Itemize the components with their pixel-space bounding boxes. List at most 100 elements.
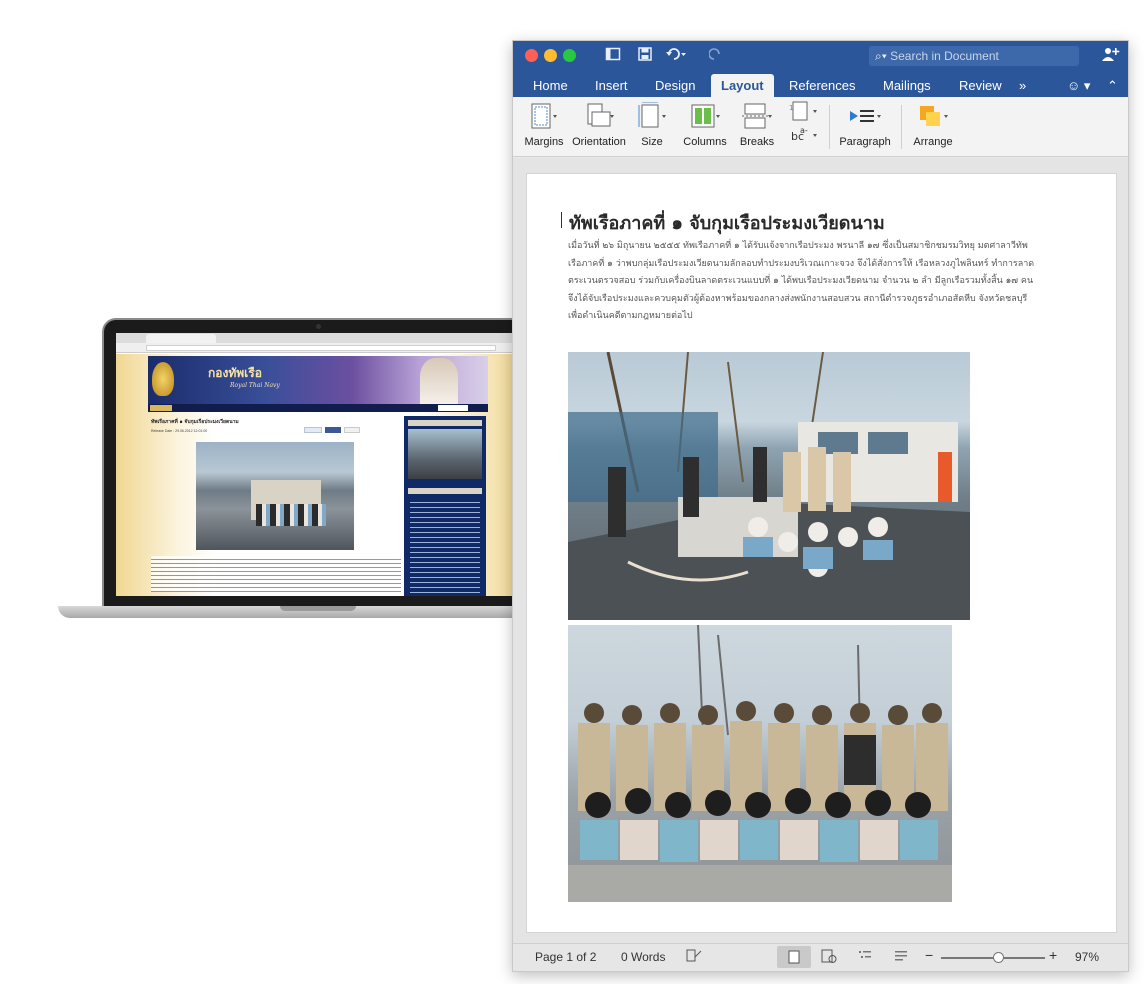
site-sidebar xyxy=(404,416,486,596)
document-photo-boat[interactable] xyxy=(568,352,970,620)
site-article-title: ทัพเรือภาคที่ ๑ จับกุมเรือประมงเวียดนาม xyxy=(151,419,239,425)
tab-mailings[interactable]: Mailings xyxy=(873,74,941,97)
margins-button[interactable]: Margins xyxy=(523,101,565,149)
ribbon-separator xyxy=(901,105,902,149)
svg-text:a-: a- xyxy=(800,126,808,135)
line-numbers-button[interactable]: 1 bc a- xyxy=(783,101,825,145)
document-canvas[interactable]: ทัพเรือภาคที่ ๑ จับกุมเรือประมงเวียดนาม … xyxy=(513,158,1128,945)
tab-insert[interactable]: Insert xyxy=(585,74,638,97)
tabs-overflow-button[interactable]: » xyxy=(1009,74,1036,97)
close-button[interactable] xyxy=(525,49,538,62)
orientation-icon xyxy=(569,101,629,131)
lineup-photo-illustration xyxy=(568,625,952,902)
site-release-date: Release Date : 29.06.2012 12:01:00 xyxy=(151,429,208,433)
paragraph-button[interactable]: Paragraph xyxy=(835,101,895,149)
text-cursor xyxy=(561,212,562,228)
ribbon-tabs: Home Insert Design Layout References Mai… xyxy=(513,71,1128,97)
size-label: Size xyxy=(641,136,663,148)
margins-label: Margins xyxy=(524,136,564,148)
tab-review[interactable]: Review xyxy=(949,74,1012,97)
zoom-in-button[interactable]: + xyxy=(1049,947,1057,963)
undo-icon[interactable] xyxy=(665,46,687,68)
browser-address-bar[interactable] xyxy=(146,345,496,351)
page-size-icon xyxy=(635,101,669,131)
breaks-icon xyxy=(737,101,777,131)
site-sidebar-header-2 xyxy=(408,488,482,494)
site-sidebar-links[interactable] xyxy=(410,498,480,594)
site-nav-home[interactable] xyxy=(150,405,172,411)
word-window: ⌕▾ Search in Document Home Insert Design… xyxy=(512,40,1129,972)
document-photo-lineup[interactable] xyxy=(568,625,952,902)
tab-home[interactable]: Home xyxy=(523,74,578,97)
camera-dot xyxy=(316,324,321,329)
margins-icon xyxy=(523,101,565,131)
ribbon-layout: Margins Orientation Size Columns Breaks … xyxy=(513,97,1128,157)
zoom-level[interactable]: 97% xyxy=(1075,950,1099,964)
proofing-icon[interactable] xyxy=(685,948,703,967)
page-count[interactable]: Page 1 of 2 xyxy=(535,950,596,964)
save-icon[interactable] xyxy=(637,46,653,68)
draft-view-icon[interactable] xyxy=(893,948,909,967)
laptop-lid: กองทัพเรือ Royal Thai Navy ทัพเรือภาคที่… xyxy=(102,318,534,608)
orientation-label: Orientation xyxy=(572,136,626,148)
columns-label: Columns xyxy=(683,136,727,148)
document-page[interactable]: ทัพเรือภาคที่ ๑ จับกุมเรือประมงเวียดนาม … xyxy=(526,173,1117,933)
site-banner: กองทัพเรือ Royal Thai Navy xyxy=(148,356,488,404)
tab-design[interactable]: Design xyxy=(645,74,705,97)
columns-icon xyxy=(681,101,729,131)
browser-toolbar xyxy=(116,343,520,353)
zoom-slider-track[interactable] xyxy=(941,952,1045,963)
size-button[interactable]: Size xyxy=(635,101,669,149)
print-button[interactable] xyxy=(344,427,360,433)
search-icon: ⌕▾ xyxy=(875,49,891,63)
screenshot-stage: กองทัพเรือ Royal Thai Navy ทัพเรือภาคที่… xyxy=(0,0,1148,984)
minimize-button[interactable] xyxy=(544,49,557,62)
orientation-button[interactable]: Orientation xyxy=(569,101,629,149)
paragraph-indent-icon xyxy=(835,101,895,131)
browser-tab[interactable] xyxy=(146,334,216,343)
columns-button[interactable]: Columns xyxy=(681,101,729,149)
svg-text:1: 1 xyxy=(789,104,793,112)
tweet-button[interactable] xyxy=(304,427,322,433)
search-box[interactable]: ⌕▾ Search in Document xyxy=(869,46,1079,66)
arrange-button[interactable]: Arrange xyxy=(907,101,959,149)
laptop-screen: กองทัพเรือ Royal Thai Navy ทัพเรือภาคที่… xyxy=(116,333,520,596)
laptop-illustration: กองทัพเรือ Royal Thai Navy ทัพเรือภาคที่… xyxy=(58,318,578,628)
site-article-text xyxy=(151,556,401,592)
word-count[interactable]: 0 Words xyxy=(621,950,665,964)
site-title: กองทัพเรือ xyxy=(208,366,262,380)
site-sidebar-photo xyxy=(408,429,482,479)
boat-photo-illustration xyxy=(568,352,970,620)
title-bar: ⌕▾ Search in Document xyxy=(513,41,1128,71)
document-body-text: เมื่อวันที่ ๒๖ มิถุนายน ๒๕๕๕ ทัพเรือภาคท… xyxy=(568,241,1035,321)
sidebar-toggle-icon[interactable] xyxy=(605,46,621,68)
hyphenation-icon[interactable]: bc a- xyxy=(783,125,825,145)
site-article-photo xyxy=(196,442,354,550)
search-placeholder: Search in Document xyxy=(890,49,999,63)
print-layout-view-icon[interactable] xyxy=(777,946,811,968)
maximize-button[interactable] xyxy=(563,49,576,62)
status-bar: Page 1 of 2 0 Words − + 97% xyxy=(513,943,1128,971)
site-nav-bar xyxy=(148,404,488,412)
ribbon-separator xyxy=(829,105,830,149)
site-search-box[interactable] xyxy=(438,405,468,411)
tab-layout[interactable]: Layout xyxy=(711,74,774,97)
breaks-button[interactable]: Breaks xyxy=(737,101,777,149)
facebook-share-button[interactable] xyxy=(325,427,341,433)
breaks-label: Breaks xyxy=(739,136,775,148)
zoom-out-button[interactable]: − xyxy=(925,947,933,963)
paragraph-label: Paragraph xyxy=(839,136,891,148)
site-photo-crew xyxy=(256,504,326,526)
tab-references[interactable]: References xyxy=(779,74,865,97)
document-title: ทัพเรือภาคที่ ๑ จับกุมเรือประมงเวียดนาม xyxy=(569,213,885,234)
redo-icon[interactable] xyxy=(708,46,723,68)
web-layout-view-icon[interactable] xyxy=(821,948,837,967)
site-sidebar-header xyxy=(408,420,482,426)
collapse-ribbon-icon[interactable]: ⌃ xyxy=(1097,74,1128,97)
smiley-feedback-icon[interactable]: ☺ ▾ xyxy=(1057,74,1100,97)
outline-view-icon[interactable] xyxy=(857,948,873,967)
zoom-slider-thumb[interactable] xyxy=(992,952,1004,963)
portrait-image xyxy=(420,358,458,404)
share-person-icon[interactable] xyxy=(1102,46,1120,65)
arrange-label: Arrange xyxy=(913,136,953,148)
